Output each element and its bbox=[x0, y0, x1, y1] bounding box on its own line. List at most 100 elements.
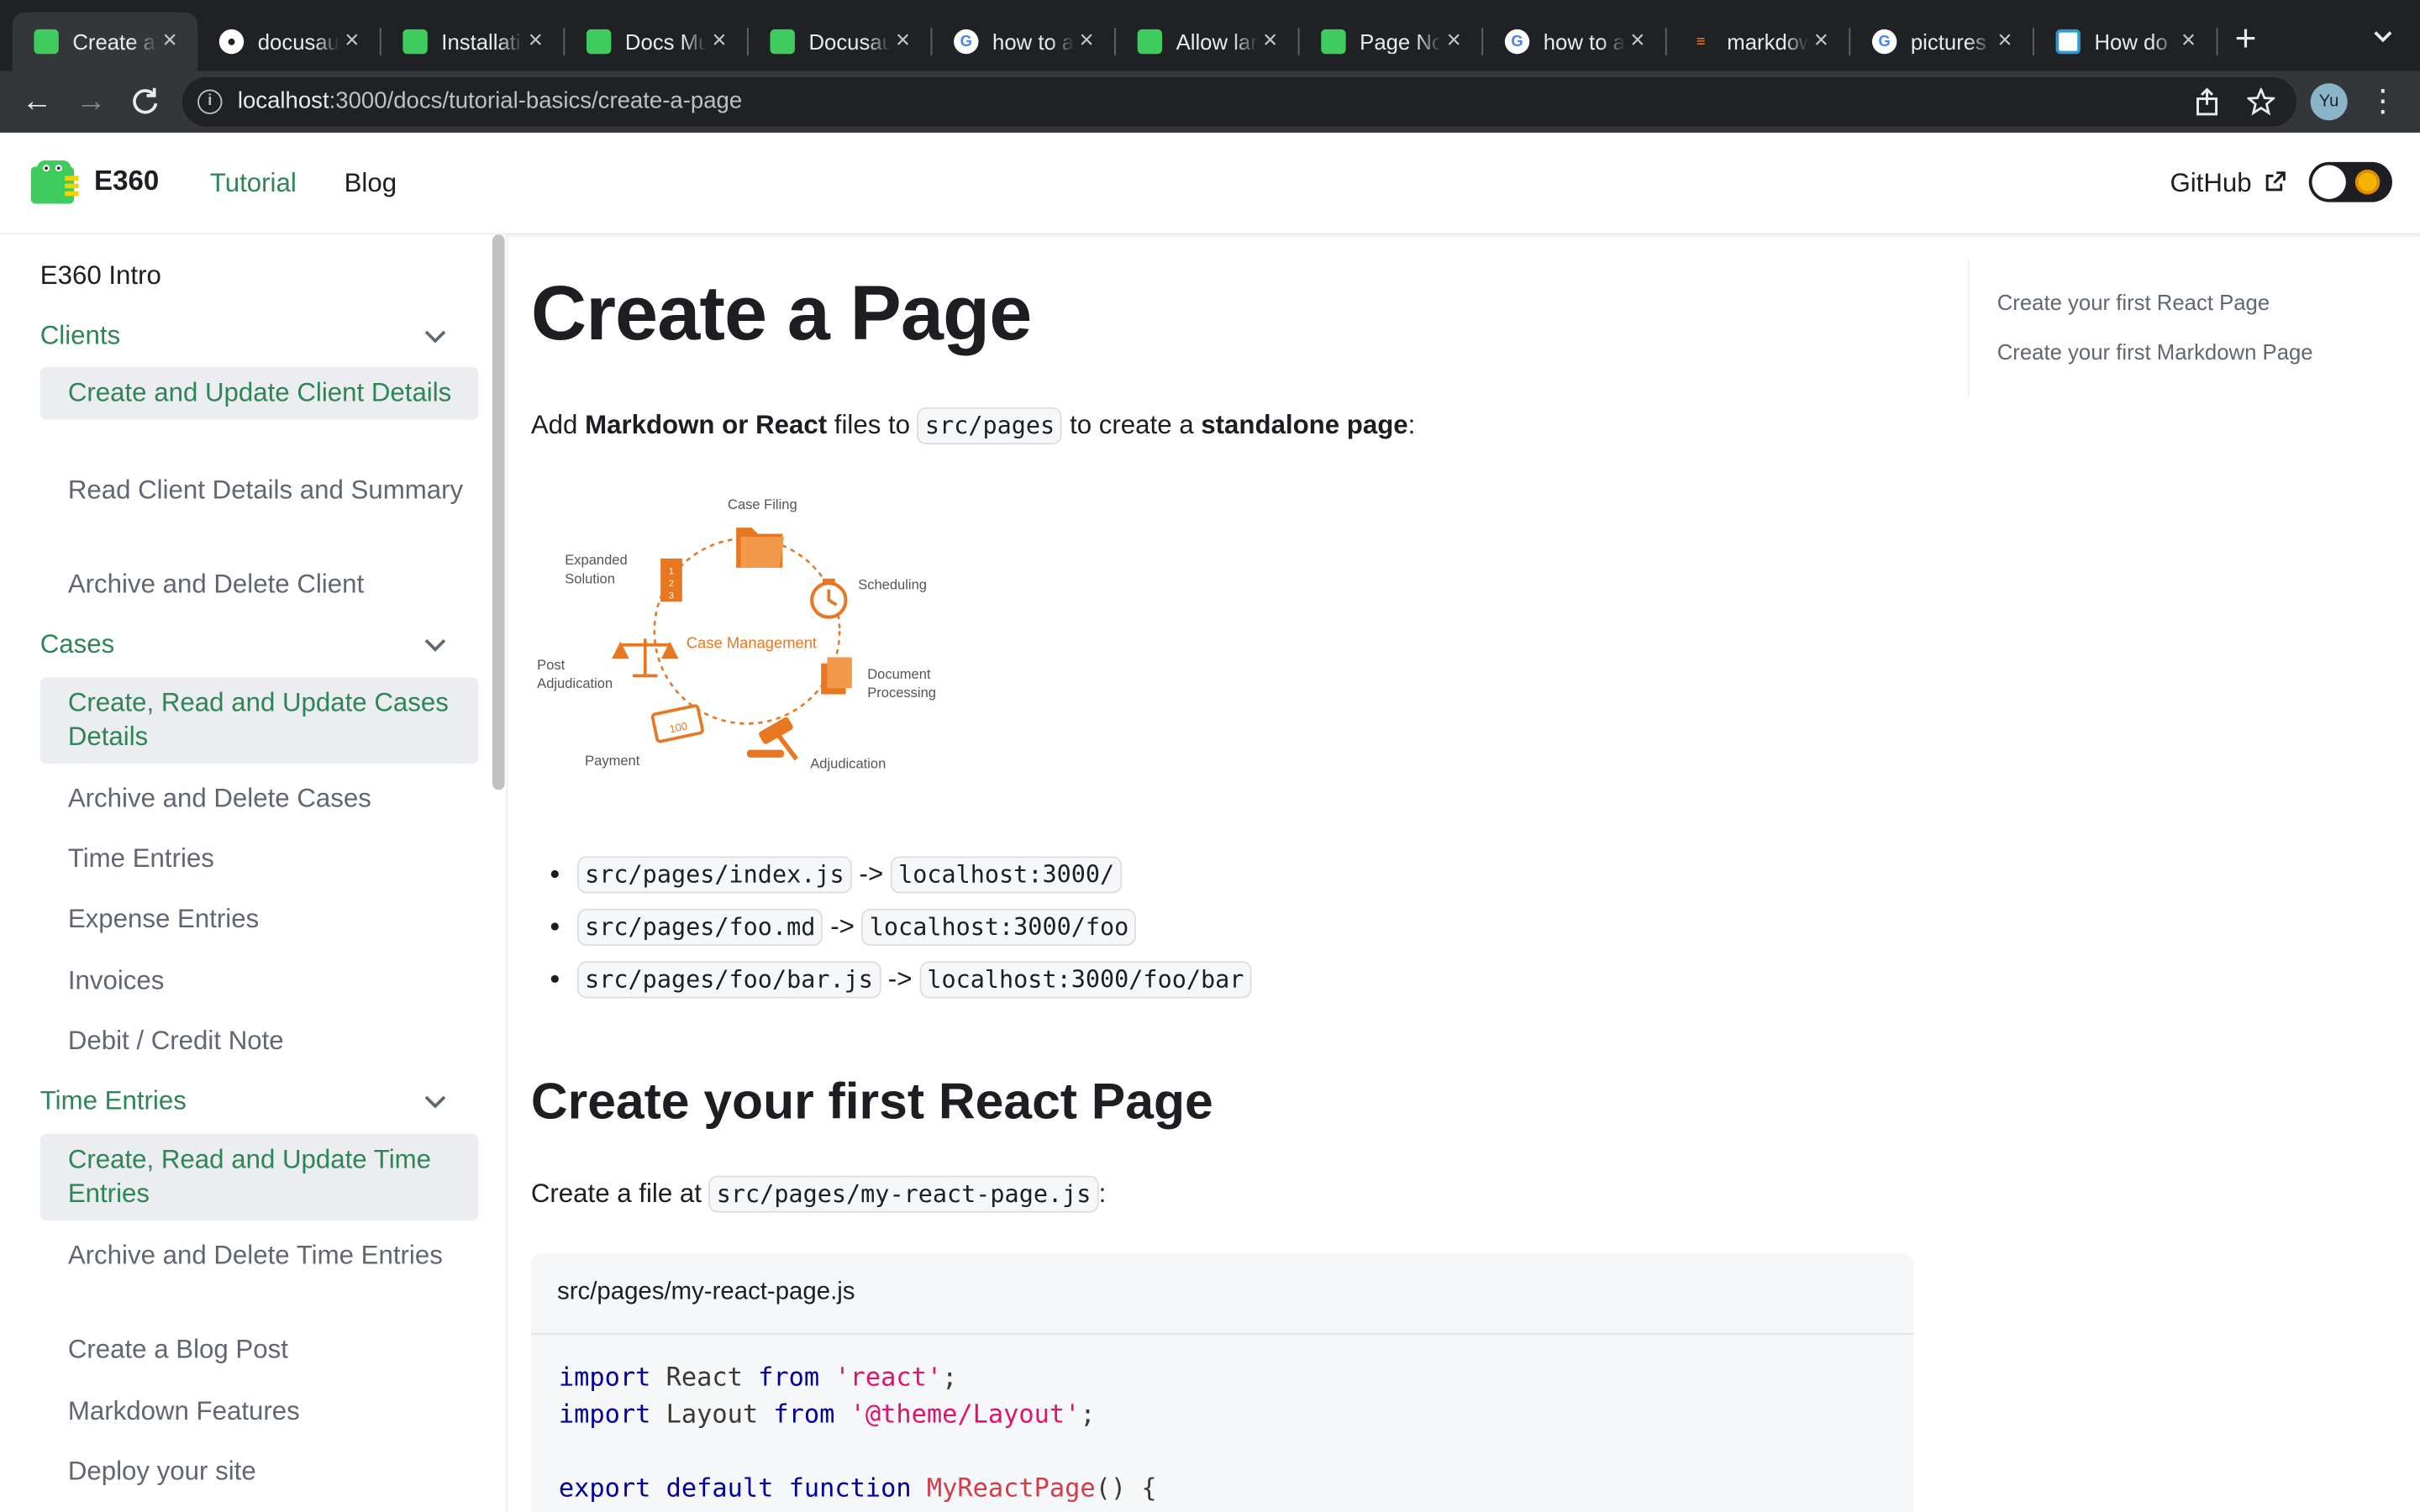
code-token: '@theme/Layout' bbox=[850, 1399, 1081, 1429]
browser-tab[interactable]: Docusaurus × bbox=[749, 13, 931, 71]
tab-title: how to add bbox=[992, 29, 1075, 55]
sidebar-item-read-client[interactable]: Read Client Details and Summary bbox=[40, 474, 479, 507]
browser-tab[interactable]: How do × bbox=[2034, 13, 2217, 71]
tab-title: Allow large bbox=[1176, 29, 1258, 55]
code-token: from bbox=[773, 1399, 835, 1429]
profile-avatar[interactable]: Yu bbox=[2310, 83, 2348, 121]
address-bar[interactable]: i localhost:3000/docs/tutorial-basics/cr… bbox=[182, 76, 2297, 127]
sidebar-category-cases[interactable]: Cases bbox=[40, 628, 479, 662]
scales-icon bbox=[612, 638, 679, 678]
intro-paragraph: Add Markdown or React files to src/pages… bbox=[530, 407, 1416, 444]
close-icon[interactable]: × bbox=[2176, 28, 2201, 55]
nav-github[interactable]: GitHub bbox=[2170, 168, 2286, 199]
url-text[interactable]: localhost:3000/docs/tutorial-basics/crea… bbox=[238, 88, 742, 114]
forward-arrow-icon[interactable]: → bbox=[72, 83, 109, 120]
inline-code: src/pages/my-react-page.js bbox=[708, 1175, 1099, 1213]
browser-tab[interactable]: Create a Page × bbox=[12, 12, 198, 71]
sidebar-item-expense-entries[interactable]: Expense Entries bbox=[40, 902, 479, 936]
nav-tutorial[interactable]: Tutorial bbox=[210, 168, 297, 199]
code-token: import bbox=[558, 1399, 651, 1429]
browser-tab[interactable]: Installation × bbox=[381, 13, 564, 71]
close-icon[interactable]: × bbox=[1442, 28, 1466, 55]
sidebar-scrollbar[interactable] bbox=[492, 234, 505, 790]
browser-tab[interactable]: G how to add × bbox=[1483, 13, 1665, 71]
back-arrow-icon[interactable]: ← bbox=[18, 83, 55, 120]
browser-tab[interactable]: ● docusaurus × bbox=[197, 13, 380, 71]
code-token: default bbox=[666, 1473, 774, 1503]
close-icon[interactable]: × bbox=[339, 28, 364, 55]
tab-title: how to add bbox=[1543, 29, 1625, 55]
close-icon[interactable]: × bbox=[1258, 28, 1282, 55]
inline-code: localhost:3000/ bbox=[890, 856, 1123, 894]
inline-code: src/pages bbox=[917, 407, 1063, 444]
nav-blog[interactable]: Blog bbox=[345, 168, 397, 199]
sidebar-item-archive-client[interactable]: Archive and Delete Client bbox=[40, 568, 479, 601]
chevron-down-icon[interactable] bbox=[420, 1086, 451, 1117]
close-icon[interactable]: × bbox=[1992, 28, 2017, 55]
diagram-label: Scheduling bbox=[858, 577, 927, 593]
stackoverflow-icon: ≡ bbox=[1696, 33, 1706, 50]
diagram-label: Adjudication bbox=[810, 756, 886, 772]
docs-sidebar: E360 Intro Clients Create and Update Cli… bbox=[0, 234, 508, 1512]
close-icon[interactable]: × bbox=[707, 28, 731, 55]
browser-tab[interactable]: G how to add × bbox=[932, 13, 1114, 71]
list-item: src/pages/foo.md -> localhost:3000/foo bbox=[576, 904, 1252, 956]
toc-item-markdown-page[interactable]: Create your first Markdown Page bbox=[1997, 339, 2313, 364]
sidebar-item-archive-cases[interactable]: Archive and Delete Cases bbox=[40, 782, 479, 816]
close-icon[interactable]: × bbox=[1625, 28, 1649, 55]
docusaurus-dino-icon bbox=[402, 29, 428, 55]
external-link-icon bbox=[2265, 171, 2286, 192]
sidebar-item-deploy[interactable]: Deploy your site bbox=[40, 1455, 479, 1488]
chevron-down-icon[interactable] bbox=[420, 629, 451, 660]
reload-icon[interactable] bbox=[127, 83, 164, 120]
close-icon[interactable]: × bbox=[157, 28, 182, 55]
info-icon[interactable]: i bbox=[197, 89, 223, 114]
browser-tab[interactable]: Page Not × bbox=[1300, 13, 1482, 71]
browser-tab[interactable]: G pictures × bbox=[1850, 13, 2033, 71]
github-icon: ● bbox=[218, 29, 245, 55]
gavel-icon bbox=[746, 717, 798, 761]
close-icon[interactable]: × bbox=[1074, 28, 1098, 55]
browser-tab[interactable]: ≡ markdown × bbox=[1667, 13, 1849, 71]
section-paragraph: Create a file at src/pages/my-react-page… bbox=[531, 1175, 1106, 1213]
sidebar-item-markdown-features[interactable]: Markdown Features bbox=[40, 1394, 479, 1428]
list-item: src/pages/index.js -> localhost:3000/ bbox=[576, 852, 1252, 904]
sidebar-category-time-entries[interactable]: Time Entries bbox=[40, 1084, 479, 1118]
tab-divider bbox=[2216, 28, 2218, 56]
sidebar-item-debit-credit[interactable]: Debit / Credit Note bbox=[40, 1025, 479, 1058]
chevron-down-icon[interactable] bbox=[420, 321, 451, 352]
close-icon[interactable]: × bbox=[523, 28, 548, 55]
close-icon[interactable]: × bbox=[891, 28, 915, 55]
bookmark-star-icon[interactable] bbox=[2247, 87, 2275, 116]
text: Add bbox=[530, 410, 586, 440]
diagram-label: Post bbox=[537, 657, 565, 673]
sidebar-item-create-time-entries[interactable]: Create, Read and Update Time Entries bbox=[39, 1134, 479, 1221]
dark-mode-toggle[interactable] bbox=[2308, 161, 2392, 202]
browser-tab[interactable]: Docs Multi × bbox=[565, 13, 747, 71]
github-label: GitHub bbox=[2170, 168, 2252, 198]
sidebar-item-create-cases[interactable]: Create, Read and Update Cases Details bbox=[39, 677, 479, 764]
sidebar-item-time-entries[interactable]: Time Entries bbox=[40, 843, 479, 876]
tab-title: Docs Multi bbox=[624, 29, 707, 55]
sidebar-item-intro[interactable]: E360 Intro bbox=[40, 260, 479, 293]
sidebar-item-create-update-client[interactable]: Create and Update Client Details bbox=[39, 367, 479, 420]
sidebar-item-blog-post[interactable]: Create a Blog Post bbox=[40, 1333, 479, 1367]
tab-title: Create a Page bbox=[72, 29, 157, 55]
tab-title: pictures bbox=[1910, 29, 1986, 55]
sidebar-category-clients[interactable]: Clients bbox=[40, 319, 479, 353]
site-brand[interactable]: E360 bbox=[94, 165, 159, 198]
chevron-down-icon[interactable] bbox=[2368, 22, 2399, 53]
code-content[interactable]: import React from 'react'; import Layout… bbox=[531, 1335, 1914, 1512]
sidebar-item-invoices[interactable]: Invoices bbox=[40, 964, 479, 998]
arrow-text: -> bbox=[887, 963, 913, 994]
code-token: React bbox=[650, 1362, 759, 1392]
new-tab-button[interactable]: + bbox=[2235, 21, 2257, 59]
docusaurus-dino-logo-icon[interactable] bbox=[28, 157, 80, 207]
browser-tab[interactable]: Allow large × bbox=[1116, 13, 1298, 71]
google-icon: G bbox=[954, 29, 979, 55]
share-icon[interactable] bbox=[2193, 87, 2221, 116]
close-icon[interactable]: × bbox=[1809, 28, 1833, 55]
more-vert-icon[interactable]: ⋮ bbox=[2365, 83, 2402, 120]
sidebar-item-archive-time-entries[interactable]: Archive and Delete Time Entries bbox=[40, 1239, 479, 1273]
toc-item-react-page[interactable]: Create your first React Page bbox=[1997, 290, 2270, 314]
